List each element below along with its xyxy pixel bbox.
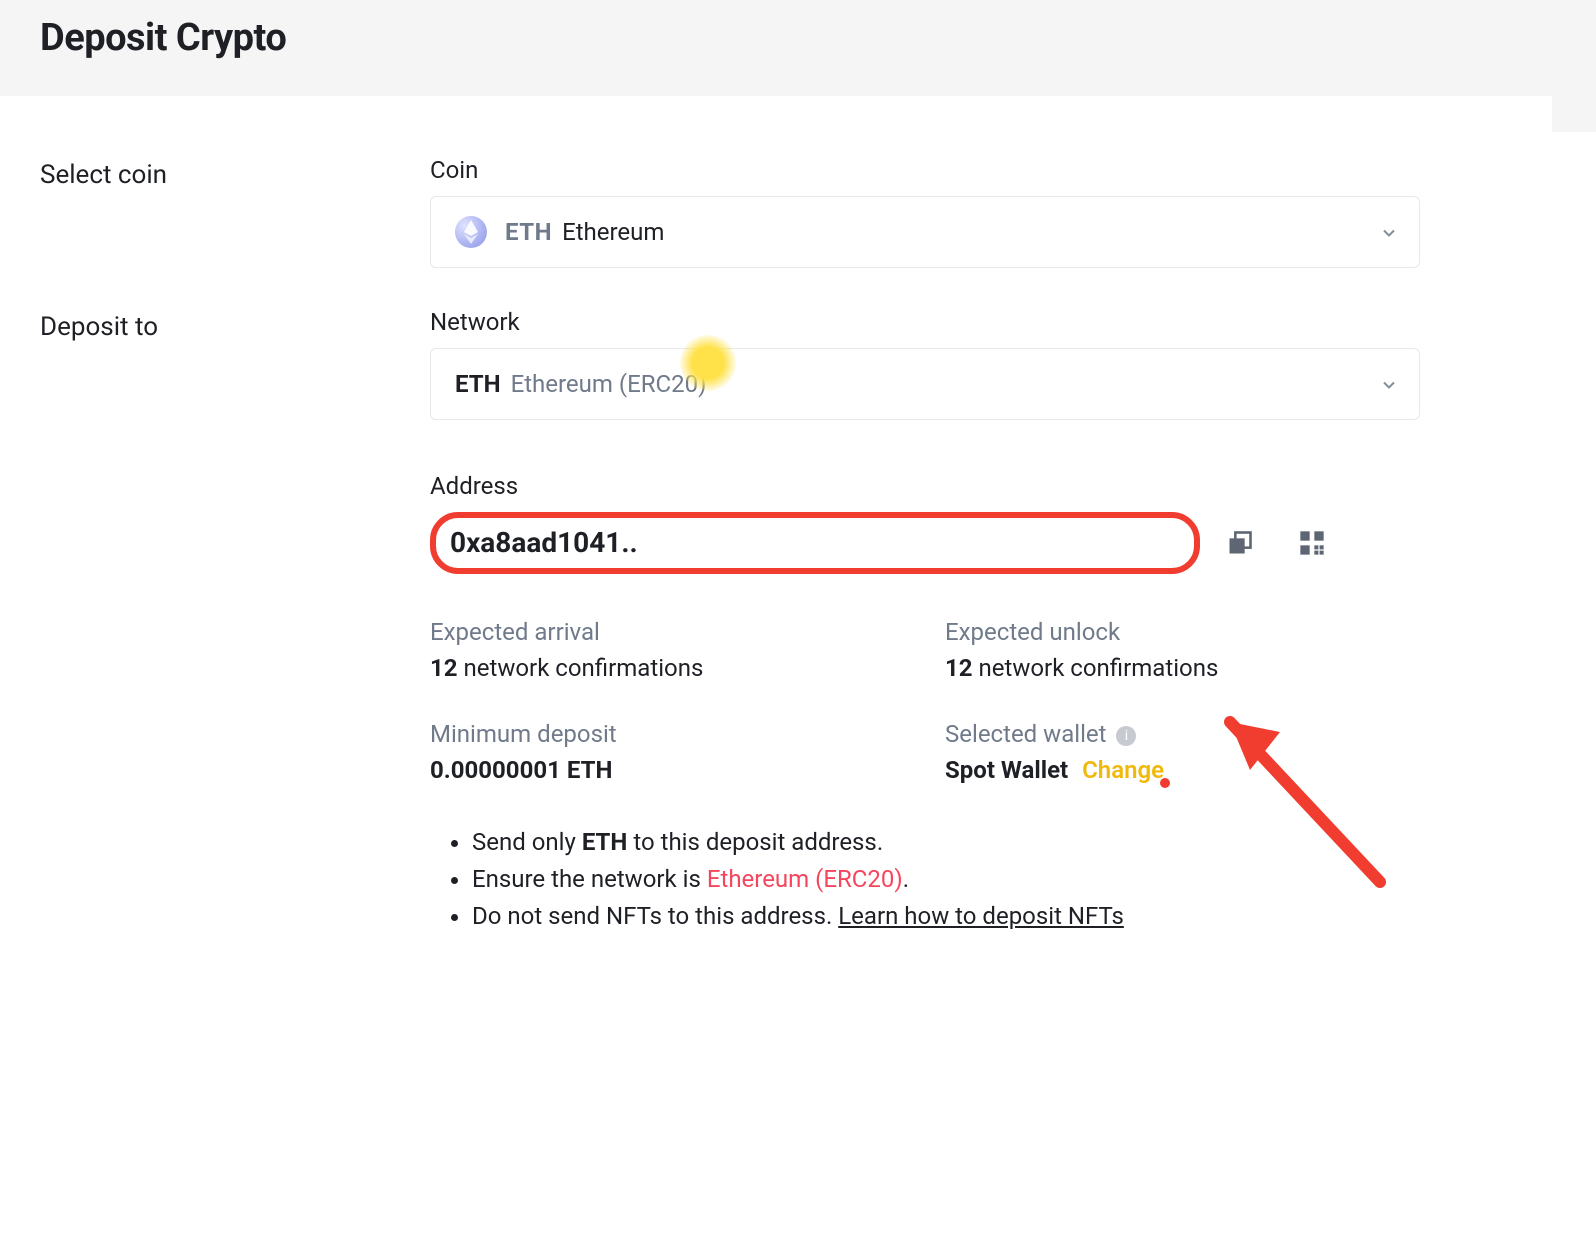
network-select[interactable]: ETH Ethereum (ERC20) — [430, 348, 1420, 420]
network-line: ETH Ethereum (ERC20) — [455, 370, 706, 398]
network-symbol: ETH — [455, 370, 501, 398]
coin-body: Coin ETH Ethereum — [430, 156, 1420, 268]
coin-field-label: Coin — [430, 156, 1420, 184]
note-1: Send only ETH to this deposit address. — [472, 824, 1420, 861]
header-bar: Deposit Crypto — [0, 0, 1596, 96]
row-deposit-to: Deposit to Network ETH Ethereum (ERC20) … — [40, 308, 1556, 936]
address-highlight-box: 0xa8aad1041.. — [430, 512, 1200, 574]
page-title: Deposit Crypto — [40, 16, 1556, 60]
selected-wallet-value: Spot Wallet Change — [945, 756, 1420, 784]
expected-unlock-unit: network confirmations — [979, 654, 1219, 682]
expected-unlock-value: 12 network confirmations — [945, 654, 1420, 682]
expected-arrival-count: 12 — [430, 654, 458, 682]
selected-wallet-label-text: Selected wallet — [945, 720, 1107, 748]
row-select-coin: Select coin Coin ETH Ethereum — [40, 156, 1556, 268]
minimum-deposit-value: 0.00000001 ETH — [430, 756, 905, 784]
coin-name: Ethereum — [562, 218, 664, 246]
caret-down-icon — [1383, 375, 1395, 394]
step-label-select-coin: Select coin — [40, 156, 430, 190]
deposit-address[interactable]: 0xa8aad1041.. — [450, 526, 638, 559]
selected-wallet-label: Selected wallet i — [945, 720, 1420, 748]
info-grid: Expected arrival 12 network confirmation… — [430, 618, 1420, 784]
network-field-label: Network — [430, 308, 1420, 336]
address-section: Address 0xa8aad1041.. — [430, 472, 1420, 574]
copy-icon[interactable] — [1226, 529, 1254, 557]
expected-arrival-label: Expected arrival — [430, 618, 905, 646]
expected-unlock-label: Expected unlock — [945, 618, 1420, 646]
address-row: 0xa8aad1041.. — [430, 512, 1420, 574]
expected-arrival-unit: network confirmations — [464, 654, 704, 682]
ethereum-icon — [455, 216, 487, 248]
caret-down-icon — [1383, 223, 1395, 242]
qr-code-icon[interactable] — [1298, 529, 1326, 557]
coin-symbol: ETH — [505, 218, 552, 246]
wallet-name: Spot Wallet — [945, 756, 1068, 784]
deposit-notes: Send only ETH to this deposit address. E… — [430, 824, 1420, 936]
network-warning: Ethereum (ERC20) — [707, 865, 903, 893]
expected-unlock: Expected unlock 12 network confirmations — [945, 618, 1420, 682]
learn-nft-link[interactable]: Learn how to deposit NFTs — [838, 902, 1124, 930]
address-label: Address — [430, 472, 1420, 500]
info-icon[interactable]: i — [1116, 726, 1136, 746]
minimum-deposit-label: Minimum deposit — [430, 720, 905, 748]
expected-unlock-count: 12 — [945, 654, 973, 682]
note-2: Ensure the network is Ethereum (ERC20). — [472, 861, 1420, 898]
change-wallet-link[interactable]: Change — [1082, 756, 1164, 784]
min-deposit-text: 0.00000001 ETH — [430, 756, 612, 784]
note-3: Do not send NFTs to this address. Learn … — [472, 898, 1420, 935]
network-name: Ethereum (ERC20) — [511, 370, 707, 398]
deposit-body: Network ETH Ethereum (ERC20) Address 0xa… — [430, 308, 1420, 936]
expected-arrival-value: 12 network confirmations — [430, 654, 905, 682]
minimum-deposit: Minimum deposit 0.00000001 ETH — [430, 720, 905, 784]
selected-wallet: Selected wallet i Spot Wallet Change — [945, 720, 1420, 784]
expected-arrival: Expected arrival 12 network confirmation… — [430, 618, 905, 682]
coin-select[interactable]: ETH Ethereum — [430, 196, 1420, 268]
step-label-deposit-to: Deposit to — [40, 308, 430, 342]
content: Select coin Coin ETH Ethereum Deposit to — [0, 96, 1596, 1016]
